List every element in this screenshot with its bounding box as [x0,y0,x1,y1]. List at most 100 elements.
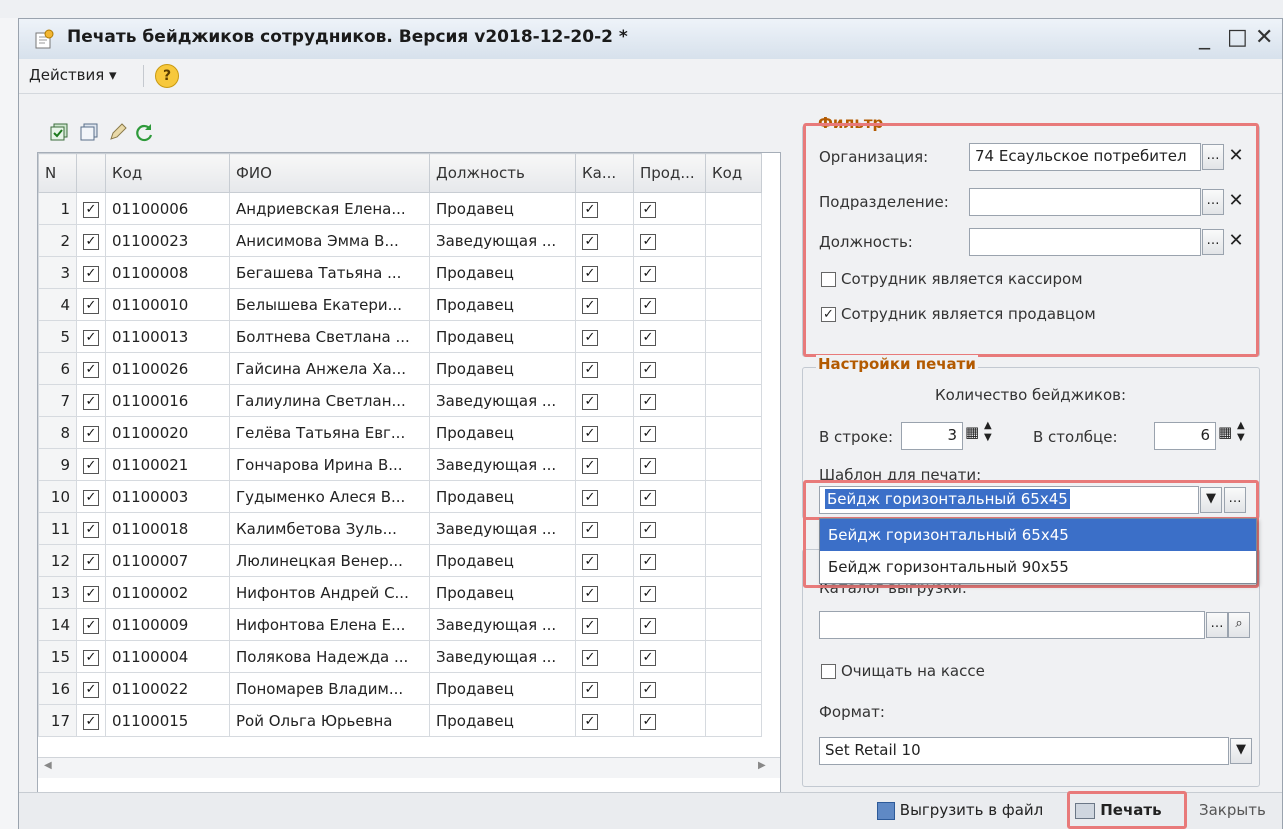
format-dropdown-arrow-icon[interactable]: ▼ [1230,738,1252,764]
column-header[interactable]: Прод... [633,153,706,193]
cashier-flag-checkbox[interactable]: ✓ [582,650,598,666]
column-header[interactable]: Ка... [575,153,634,193]
per-column-calculator-icon[interactable]: ▦ [1218,423,1232,441]
table-row[interactable]: 5 ✓ 01100013 Болтнева Светлана ... Продавец ✓… [38,320,762,353]
catalog-field[interactable] [819,611,1205,639]
department-clear-icon[interactable]: ✕ [1226,188,1246,214]
seller-flag-checkbox[interactable]: ✓ [640,586,656,602]
organization-select-button[interactable]: … [1202,144,1224,170]
row-selected-checkbox[interactable]: ✓ [83,330,99,346]
cashier-flag-checkbox[interactable]: ✓ [582,202,598,218]
row-selected-checkbox[interactable]: ✓ [83,394,99,410]
catalog-select-button[interactable]: … [1206,612,1228,638]
seller-flag-checkbox[interactable]: ✓ [640,650,656,666]
cashier-flag-checkbox[interactable]: ✓ [582,298,598,314]
column-header[interactable] [76,153,106,193]
close-window-button[interactable]: ✕ [1255,25,1273,50]
refresh-icon[interactable] [133,121,155,143]
table-row[interactable]: 16 ✓ 01100022 Пономарев Владим... Продавец ✓ ✓ [38,672,762,705]
catalog-search-icon[interactable]: ⌕ [1228,612,1250,638]
row-selected-checkbox[interactable]: ✓ [83,458,99,474]
table-row[interactable]: 14 ✓ 01100009 Нифонтова Елена Е... Заведующа… [38,608,762,641]
table-row[interactable]: 15 ✓ 01100004 Полякова Надежда ... Заведующа… [38,640,762,673]
cashier-flag-checkbox[interactable]: ✓ [582,522,598,538]
position-select-button[interactable]: … [1202,229,1224,255]
seller-flag-checkbox[interactable]: ✓ [640,266,656,282]
help-icon[interactable]: ? [155,64,179,88]
per-row-spinner[interactable]: ▲ ▼ [984,420,992,444]
table-row[interactable]: 7 ✓ 01100016 Галиулина Светлан... Заведующая… [38,384,762,417]
cashier-flag-checkbox[interactable]: ✓ [582,554,598,570]
row-selected-checkbox[interactable]: ✓ [83,298,99,314]
seller-flag-checkbox[interactable]: ✓ [640,394,656,410]
cashier-flag-checkbox[interactable]: ✓ [582,458,598,474]
seller-flag-checkbox[interactable]: ✓ [640,554,656,570]
check-all-icon[interactable] [49,121,71,143]
row-selected-checkbox[interactable]: ✓ [83,490,99,506]
table-vertical-scrollbar[interactable]: ▲ ▼ [780,153,781,757]
table-row[interactable]: 12 ✓ 01100007 Люлинецкая Венер... Продавец ✓ ✓ [38,544,762,577]
template-option[interactable]: Бейдж горизонтальный 90х55 [820,551,1256,583]
table-row[interactable]: 10 ✓ 01100003 Гудыменко Алеся В... Продавец ✓… [38,480,762,513]
table-row[interactable]: 3 ✓ 01100008 Бегашева Татьяна ... Продавец ✓ ✓ [38,256,762,289]
seller-flag-checkbox[interactable]: ✓ [640,682,656,698]
seller-flag-checkbox[interactable]: ✓ [640,234,656,250]
column-header[interactable]: Код [705,153,762,193]
seller-flag-checkbox[interactable]: ✓ [640,458,656,474]
edit-pencil-icon[interactable] [107,121,129,143]
seller-flag-checkbox[interactable]: ✓ [640,714,656,730]
department-field[interactable] [969,188,1201,216]
cashier-flag-checkbox[interactable]: ✓ [582,618,598,634]
row-selected-checkbox[interactable]: ✓ [83,234,99,250]
per-row-field[interactable]: 3 [901,422,963,450]
maximize-button[interactable]: □ [1227,25,1248,50]
position-field[interactable] [969,228,1201,256]
row-selected-checkbox[interactable]: ✓ [83,362,99,378]
table-row[interactable]: 9 ✓ 01100021 Гончарова Ирина В... Заведующая… [38,448,762,481]
cashier-flag-checkbox[interactable]: ✓ [582,266,598,282]
uncheck-all-icon[interactable] [79,121,101,143]
column-header[interactable]: Должность [429,153,576,193]
organization-field[interactable]: 74 Есаульское потребител [969,143,1201,171]
cashier-flag-checkbox[interactable]: ✓ [582,714,598,730]
seller-flag-checkbox[interactable]: ✓ [640,618,656,634]
format-select[interactable]: Set Retail 10 [819,737,1229,765]
cashier-flag-checkbox[interactable]: ✓ [582,234,598,250]
cashier-flag-checkbox[interactable]: ✓ [582,586,598,602]
column-header[interactable]: ФИО [229,153,430,193]
position-clear-icon[interactable]: ✕ [1226,228,1246,254]
row-selected-checkbox[interactable]: ✓ [83,266,99,282]
row-selected-checkbox[interactable]: ✓ [83,714,99,730]
table-row[interactable]: 4 ✓ 01100010 Белышева Екатери... Продавец ✓ ✓ [38,288,762,321]
table-row[interactable]: 17 ✓ 01100015 Рой Ольга Юрьевна Продавец ✓ ✓ [38,704,762,737]
row-selected-checkbox[interactable]: ✓ [83,426,99,442]
cashier-checkbox[interactable] [821,272,836,287]
table-horizontal-scrollbar[interactable]: ◀ ▶ [38,757,780,778]
row-selected-checkbox[interactable]: ✓ [83,586,99,602]
row-selected-checkbox[interactable]: ✓ [83,650,99,666]
print-button[interactable]: Печать [1075,797,1162,823]
seller-flag-checkbox[interactable]: ✓ [640,362,656,378]
column-header[interactable]: Код [105,153,230,193]
minimize-button[interactable]: _ [1199,25,1210,50]
seller-flag-checkbox[interactable]: ✓ [640,490,656,506]
seller-checkbox[interactable]: ✓ [821,307,836,322]
seller-flag-checkbox[interactable]: ✓ [640,426,656,442]
per-row-calculator-icon[interactable]: ▦ [965,423,979,441]
clear-on-register-checkbox[interactable] [821,664,836,679]
row-selected-checkbox[interactable]: ✓ [83,522,99,538]
row-selected-checkbox[interactable]: ✓ [83,682,99,698]
cashier-flag-checkbox[interactable]: ✓ [582,394,598,410]
per-column-field[interactable]: 6 [1154,422,1216,450]
scroll-left-icon[interactable]: ◀ [44,760,52,771]
row-selected-checkbox[interactable]: ✓ [83,618,99,634]
scroll-right-icon[interactable]: ▶ [758,760,766,771]
seller-flag-checkbox[interactable]: ✓ [640,202,656,218]
actions-menu[interactable]: Действия ▾ [29,66,117,84]
department-select-button[interactable]: … [1202,189,1224,215]
table-row[interactable]: 2 ✓ 01100023 Анисимова Эмма В... Заведующая … [38,224,762,257]
column-header[interactable]: N [38,153,77,193]
export-to-file-button[interactable]: Выгрузить в файл [877,797,1043,823]
cashier-flag-checkbox[interactable]: ✓ [582,426,598,442]
seller-flag-checkbox[interactable]: ✓ [640,522,656,538]
